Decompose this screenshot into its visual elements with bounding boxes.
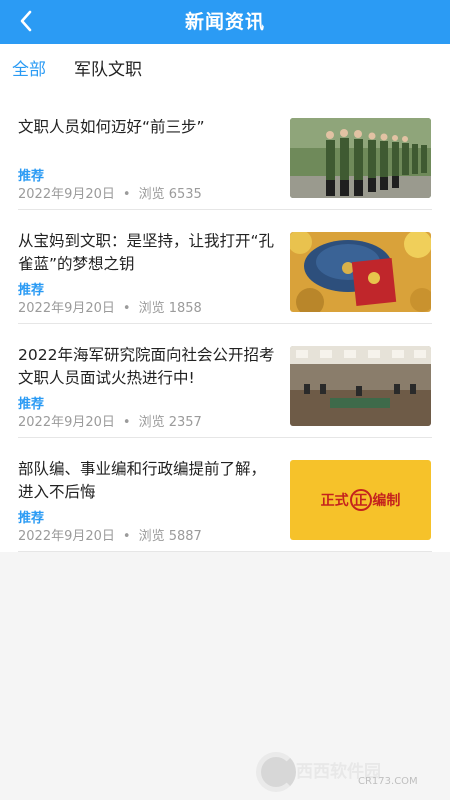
- news-date: 2022年9月20日: [18, 187, 115, 202]
- news-meta: 2022年9月20日 • 浏览 2357: [18, 411, 202, 430]
- news-item[interactable]: 部队编、事业编和行政编提前了解，进入不后悔 推荐 2022年9月20日 • 浏览 5…: [0, 438, 450, 552]
- app-header: 新闻资讯: [0, 0, 450, 44]
- meta-separator: •: [122, 301, 131, 316]
- official-staffing-banner-image: 正式 正 编制: [290, 460, 431, 540]
- news-title: 从宝妈到文职：是坚持，让我打开“孔雀蓝”的梦想之钥: [18, 232, 275, 273]
- news-views: 浏览 1858: [138, 301, 202, 316]
- news-thumbnail: [290, 346, 431, 426]
- interview-room-image: [290, 346, 431, 426]
- watermark-logo: 西西软件园 CR173.COM: [256, 752, 434, 792]
- recommend-tag: 推荐: [18, 397, 45, 412]
- news-title: 部队编、事业编和行政编提前了解，进入不后悔: [18, 460, 267, 501]
- news-thumbnail: 正式 正 编制: [290, 460, 431, 540]
- news-date: 2022年9月20日: [18, 301, 115, 316]
- meta-separator: •: [122, 187, 131, 202]
- meta-separator: •: [122, 415, 131, 430]
- tab-military-civilian[interactable]: 军队文职: [74, 44, 142, 96]
- page-title: 新闻资讯: [184, 11, 265, 33]
- divider: [18, 551, 432, 552]
- tab-all[interactable]: 全部: [12, 44, 46, 96]
- recommend-tag: 推荐: [18, 283, 45, 298]
- news-title: 2022年海军研究院面向社会公开招考文职人员面试火热进行中!: [18, 346, 275, 387]
- news-meta: 2022年9月20日 • 浏览 1858: [18, 297, 202, 316]
- news-date: 2022年9月20日: [18, 529, 115, 544]
- watermark-c-icon: [256, 752, 296, 792]
- recommend-tag: 推荐: [18, 511, 45, 526]
- news-title: 文职人员如何迈好“前三步”: [18, 118, 205, 136]
- news-date: 2022年9月20日: [18, 415, 115, 430]
- news-views: 浏览 5887: [138, 529, 202, 544]
- recommend-tag: 推荐: [18, 169, 45, 184]
- tab-bar: 全部 军队文职: [0, 44, 450, 96]
- meta-separator: •: [122, 529, 131, 544]
- news-meta: 2022年9月20日 • 浏览 5887: [18, 525, 202, 544]
- news-item[interactable]: 从宝妈到文职：是坚持，让我打开“孔雀蓝”的梦想之钥 推荐 2022年9月20日 •…: [0, 210, 450, 324]
- news-thumbnail: [290, 118, 431, 198]
- news-views: 浏览 2357: [138, 415, 202, 430]
- cap-and-certificate-image: [290, 232, 431, 312]
- marching-soldiers-image: [290, 118, 431, 198]
- thumb4-text: 正式 正 编制: [321, 492, 401, 509]
- news-thumbnail: [290, 232, 431, 312]
- news-meta: 2022年9月20日 • 浏览 6535: [18, 183, 202, 202]
- news-item[interactable]: 2022年海军研究院面向社会公开招考文职人员面试火热进行中! 推荐 2022年9…: [0, 324, 450, 438]
- news-views: 浏览 6535: [138, 187, 202, 202]
- watermark-site: CR173.COM: [358, 776, 418, 787]
- news-list: 文职人员如何迈好“前三步” 推荐 2022年9月20日 • 浏览 6535 从宝…: [0, 96, 450, 552]
- news-item[interactable]: 文职人员如何迈好“前三步” 推荐 2022年9月20日 • 浏览 6535: [0, 96, 450, 210]
